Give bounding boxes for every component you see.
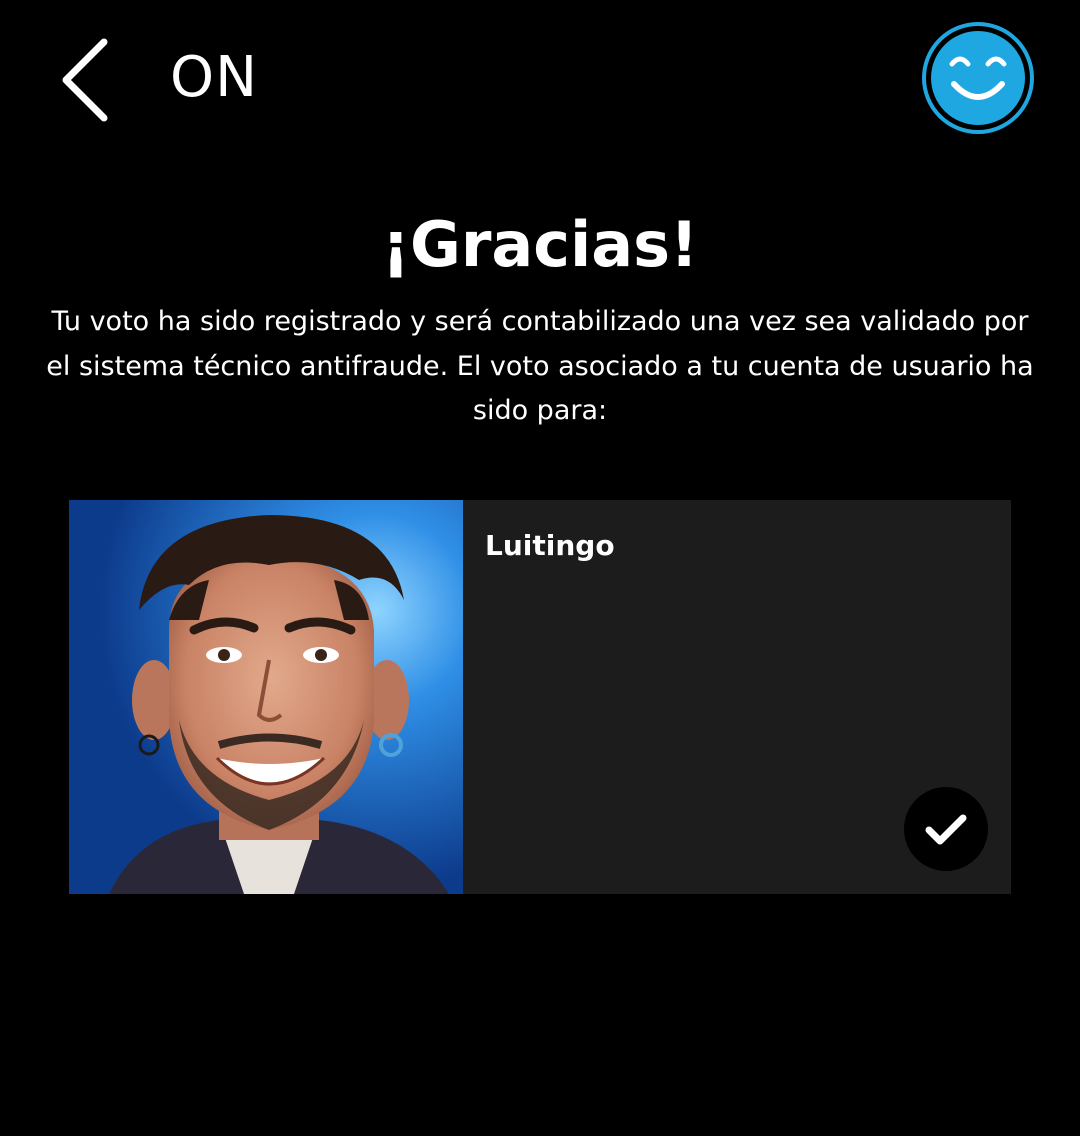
selected-check-badge (904, 787, 988, 871)
candidate-photo (69, 500, 463, 894)
candidate-info: Luitingo (463, 500, 1011, 894)
profile-avatar-button[interactable] (922, 22, 1034, 134)
thanks-heading: ¡Gracias! (381, 208, 699, 281)
page-title: ON (170, 45, 258, 110)
candidate-name: Luitingo (485, 529, 615, 562)
back-button[interactable] (50, 30, 120, 130)
checkmark-icon (925, 814, 967, 845)
chevron-left-icon (62, 38, 108, 122)
vote-confirmation-message: Tu voto ha sido registrado y será contab… (46, 306, 1034, 426)
app-header: ON (0, 0, 1080, 160)
smiley-face-icon (922, 22, 1034, 134)
voted-candidate-card[interactable]: Luitingo (69, 500, 1011, 894)
